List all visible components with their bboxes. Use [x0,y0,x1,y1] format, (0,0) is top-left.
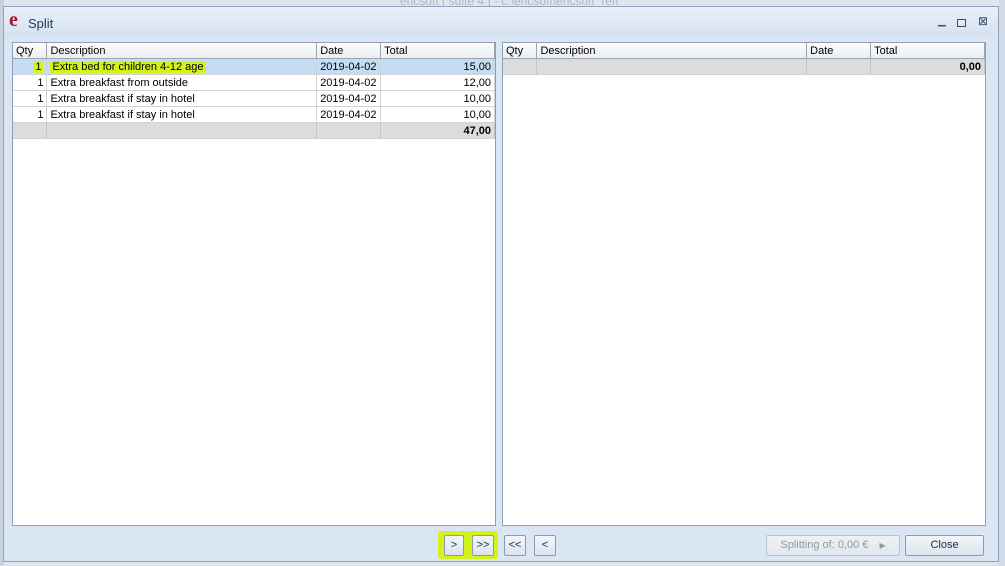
table-row[interactable]: 1 Extra bed for children 4-12 age 2019-0… [13,58,495,75]
cell-qty: 1 [13,90,48,107]
grand-total: 0,00 [870,58,985,75]
table-header: Qty Description Date Total [13,43,495,59]
column-header-qty[interactable]: Qty [503,43,538,59]
total-row: 0,00 [503,58,985,75]
cell-description: Extra bed for children 4-12 age [46,58,318,75]
cell-total: 15,00 [380,58,495,75]
cell-qty: 1 [13,106,48,123]
close-button[interactable]: Close [905,535,984,556]
column-header-qty[interactable]: Qty [13,43,48,59]
cell-date: 2019-04-02 [316,90,382,107]
dialog-titlebar[interactable]: e Split ▁ ⊠ [4,7,998,37]
dialog-title: Split [28,16,54,31]
column-header-total[interactable]: Total [380,43,495,59]
grand-total: 47,00 [380,122,495,139]
splitting-button: Splitting of: 0,00 € ▶ [766,535,900,556]
total-row: 47,00 [13,122,495,139]
column-header-date[interactable]: Date [316,43,382,59]
split-items-grid[interactable]: Qty Description Date Total 0,00 [502,42,986,526]
total-cell-empty [13,122,48,139]
cell-total: 10,00 [380,90,495,107]
total-cell-empty [316,122,382,139]
table-row[interactable]: 1 Extra breakfast from outside 2019-04-0… [13,74,495,91]
table-row[interactable]: 1 Extra breakfast if stay in hotel 2019-… [13,106,495,123]
cell-qty: 1 [13,74,48,91]
total-cell-empty [503,58,538,75]
move-all-button[interactable]: >> [472,535,494,556]
cell-date: 2019-04-02 [316,106,382,123]
minimize-icon[interactable]: ▁ [936,16,948,27]
move-all-back-button[interactable]: << [504,535,526,556]
app-logo-icon: e [9,9,18,31]
source-items-table: Qty Description Date Total 1 Extra bed f… [13,43,495,139]
total-cell-empty [536,58,808,75]
chevron-right-icon: ▶ [879,541,886,550]
move-one-back-button[interactable]: < [534,535,556,556]
column-header-description[interactable]: Description [536,43,808,59]
total-cell-empty [806,58,872,75]
total-cell-empty [46,122,318,139]
split-items-table: Qty Description Date Total 0,00 [503,43,985,75]
cell-date: 2019-04-02 [316,58,382,75]
cell-description: Extra breakfast from outside [46,74,318,91]
split-dialog: e Split ▁ ⊠ Qty Description Date Total 1… [3,6,999,562]
cell-description: Extra breakfast if stay in hotel [46,106,318,123]
cell-total: 10,00 [380,106,495,123]
source-items-grid[interactable]: Qty Description Date Total 1 Extra bed f… [12,42,496,526]
maximize-icon[interactable] [957,19,966,27]
column-header-date[interactable]: Date [806,43,872,59]
table-header: Qty Description Date Total [503,43,985,59]
cell-total: 12,00 [380,74,495,91]
cell-description: Extra breakfast if stay in hotel [46,90,318,107]
cell-date: 2019-04-02 [316,74,382,91]
move-one-button[interactable]: > [444,535,464,556]
column-header-total[interactable]: Total [870,43,985,59]
splitting-label: Splitting of: 0,00 € [780,539,869,551]
column-header-description[interactable]: Description [46,43,318,59]
close-window-icon[interactable]: ⊠ [977,15,989,27]
table-row[interactable]: 1 Extra breakfast if stay in hotel 2019-… [13,90,495,107]
cell-qty: 1 [13,58,48,75]
background-app-edge-right [999,0,1005,566]
